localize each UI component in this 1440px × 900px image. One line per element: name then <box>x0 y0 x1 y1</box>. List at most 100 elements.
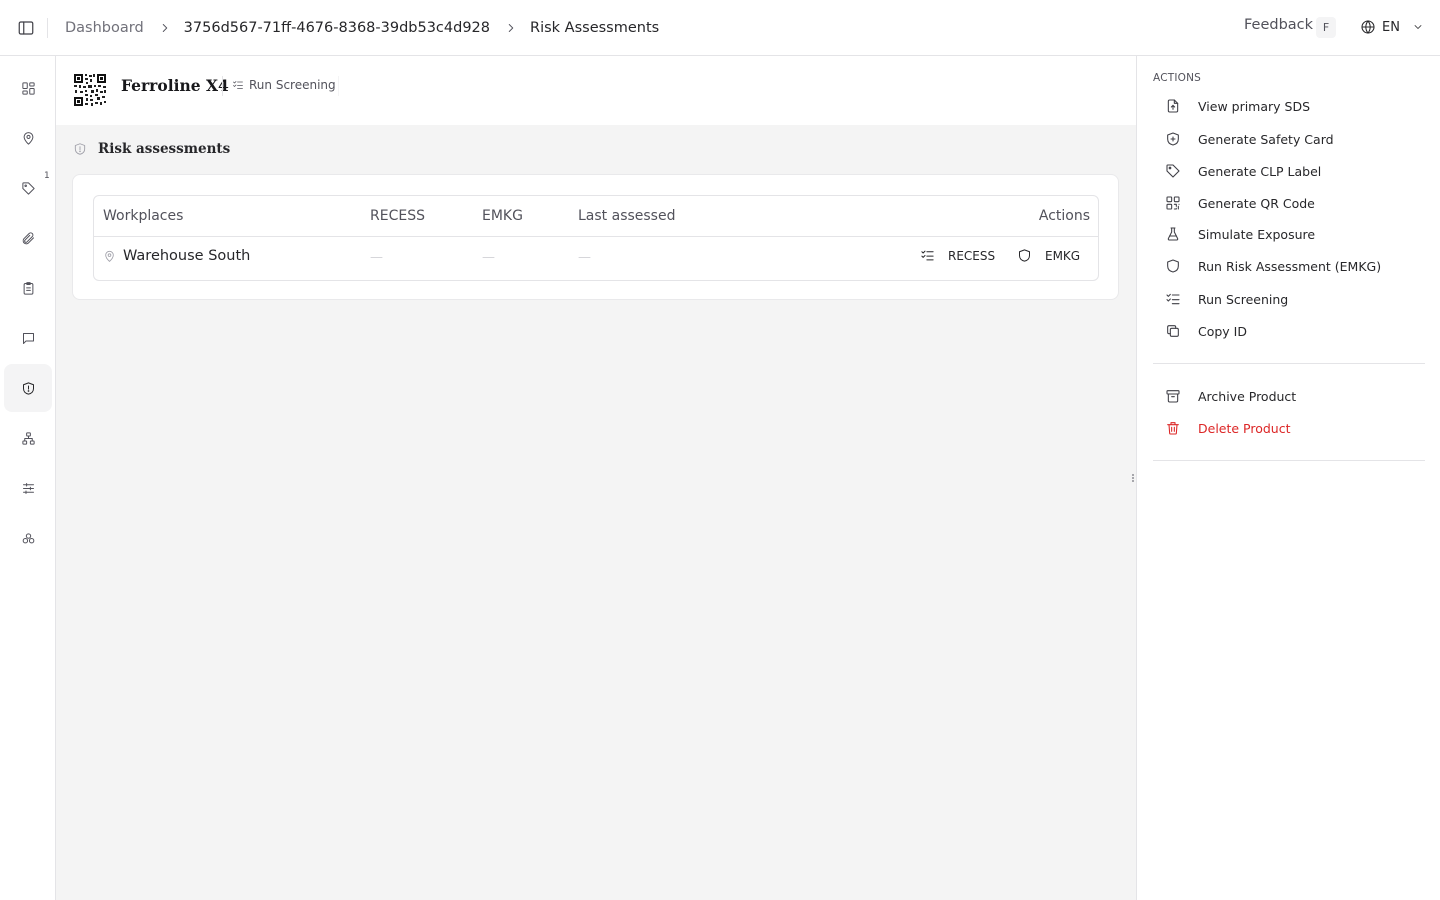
location-icon <box>23 131 33 145</box>
product-header: Ferroline X4 Run Screening <box>56 56 1136 125</box>
risk-assessments-card: Workplaces RECESS EMKG Last assessed Act… <box>72 174 1119 300</box>
run-screening-action[interactable]: Run Screening <box>1165 291 1288 307</box>
rail-item-labels[interactable] <box>4 164 52 212</box>
shield-plus-icon <box>1167 132 1179 146</box>
copy-id-action[interactable]: Copy ID <box>1165 323 1247 339</box>
view-primary-sds-action[interactable]: View primary SDS <box>1165 98 1310 114</box>
actions-divider <box>1153 363 1425 364</box>
section-title: Risk assessments <box>73 141 230 157</box>
sidebar-toggle-icon[interactable] <box>17 19 35 37</box>
breadcrumb-dashboard[interactable]: Dashboard <box>65 20 144 36</box>
run-risk-assessment-emkg-action[interactable]: Run Risk Assessment (EMKG) <box>1165 258 1381 274</box>
language-label: EN <box>1382 19 1400 35</box>
topbar-divider <box>47 18 48 38</box>
main-content: Ferroline X4 Run Screening Risk assessme… <box>56 56 1136 900</box>
run-recess-button[interactable]: RECESS <box>920 248 995 263</box>
column-header-workplaces: Workplaces <box>103 208 184 224</box>
rail-item-overview[interactable] <box>4 64 52 112</box>
rail-item-locations[interactable] <box>4 114 52 162</box>
trash-icon <box>1167 422 1179 435</box>
simulate-exposure-label: Simulate Exposure <box>1198 226 1316 242</box>
column-header-last-assessed: Last assessed <box>578 208 676 224</box>
copy-id-label: Copy ID <box>1198 323 1247 339</box>
generate-safety-card-label: Generate Safety Card <box>1198 131 1334 147</box>
checklist-icon <box>921 250 934 261</box>
run-screening-quick-button[interactable]: Run Screening <box>232 78 336 92</box>
chevron-down-icon <box>1414 25 1422 29</box>
run-screening-quick-label: Run Screening <box>249 78 336 92</box>
run-emkg-label: EMKG <box>1045 248 1081 263</box>
actions-panel: ACTIONS View primary SDS Generate Safety… <box>1136 56 1440 900</box>
generate-safety-card-action[interactable]: Generate Safety Card <box>1165 131 1334 147</box>
left-rail-nav: 1 <box>0 56 56 900</box>
components-icon <box>22 532 34 543</box>
chevron-right-icon <box>508 24 514 32</box>
language-selector[interactable]: EN <box>1360 19 1424 35</box>
copy-icon <box>1167 325 1179 337</box>
checklist-icon <box>233 81 243 89</box>
tag-icon <box>21 181 35 195</box>
column-header-actions: Actions <box>1038 208 1090 224</box>
overview-icon <box>21 81 35 95</box>
clipboard-icon <box>23 281 33 295</box>
product-header-divider <box>222 76 223 96</box>
feedback-shortcut-badge: F <box>1316 17 1336 38</box>
delete-product-label: Delete Product <box>1198 420 1291 436</box>
tag-icon <box>1166 164 1180 178</box>
view-primary-sds-label: View primary SDS <box>1198 98 1311 114</box>
shield-icon <box>1019 249 1030 262</box>
shield-icon <box>74 143 86 155</box>
recess-value: — <box>370 250 383 265</box>
run-emkg-button[interactable]: EMKG <box>1017 248 1080 263</box>
hierarchy-icon <box>21 431 35 445</box>
rail-item-settings[interactable] <box>4 464 52 512</box>
rail-item-components[interactable] <box>4 514 52 562</box>
last-assessed-value: — <box>578 250 591 265</box>
run-risk-assessment-emkg-label: Run Risk Assessment (EMKG) <box>1198 258 1382 274</box>
generate-clp-label-action[interactable]: Generate CLP Label <box>1165 163 1321 179</box>
shield-icon <box>22 381 34 395</box>
file-arrow-icon <box>1167 99 1179 113</box>
rail-item-documents[interactable] <box>4 264 52 312</box>
breadcrumb-product-id[interactable]: 3756d567-71ff-4676-8368-39db53c4d928 <box>184 20 490 36</box>
location-icon <box>105 250 114 262</box>
simulate-exposure-action[interactable]: Simulate Exposure <box>1165 226 1315 242</box>
generate-clp-label-label: Generate CLP Label <box>1198 163 1322 179</box>
run-screening-label: Run Screening <box>1198 291 1289 307</box>
table-row: Warehouse South — — — RECESS EMKG <box>94 237 1098 280</box>
rail-item-comments[interactable] <box>4 314 52 362</box>
message-icon <box>22 332 34 344</box>
sliders-icon <box>22 482 34 494</box>
rail-item-attachments[interactable] <box>4 214 52 262</box>
column-header-recess: RECESS <box>370 208 425 224</box>
section-title-label: Risk assessments <box>98 141 231 157</box>
breadcrumb-current: Risk Assessments <box>530 20 660 36</box>
rail-item-risk-assessments[interactable] <box>4 364 52 412</box>
delete-product-action[interactable]: Delete Product <box>1165 420 1291 436</box>
product-qr-thumbnail <box>73 73 107 107</box>
checklist-icon <box>1166 293 1180 305</box>
product-name: Ferroline X4 <box>121 76 229 95</box>
feedback-button[interactable]: Feedback <box>1244 17 1313 33</box>
qr-code-icon <box>1166 196 1180 210</box>
globe-icon <box>1361 20 1375 34</box>
rail-item-hierarchy[interactable] <box>4 414 52 462</box>
workplace-cell: Warehouse South <box>103 248 250 264</box>
workplace-name: Warehouse South <box>123 248 251 264</box>
paperclip-icon <box>22 231 34 244</box>
generate-qr-code-action[interactable]: Generate QR Code <box>1165 195 1315 211</box>
run-recess-label: RECESS <box>948 248 996 263</box>
shield-icon <box>1167 259 1179 273</box>
chevron-right-icon <box>162 24 167 32</box>
archive-icon <box>1166 390 1180 403</box>
generate-qr-code-label: Generate QR Code <box>1198 195 1315 211</box>
top-bar: Dashboard 3756d567-71ff-4676-8368-39db53… <box>0 0 1440 56</box>
actions-heading: ACTIONS <box>1153 72 1202 84</box>
quick-action-divider <box>338 76 339 96</box>
flask-icon <box>1167 227 1179 241</box>
actions-bottom-divider <box>1153 460 1425 461</box>
emkg-value: — <box>482 250 495 265</box>
column-header-emkg: EMKG <box>482 208 523 224</box>
table-header-row: Workplaces RECESS EMKG Last assessed Act… <box>94 196 1098 237</box>
archive-product-action[interactable]: Archive Product <box>1165 388 1296 404</box>
